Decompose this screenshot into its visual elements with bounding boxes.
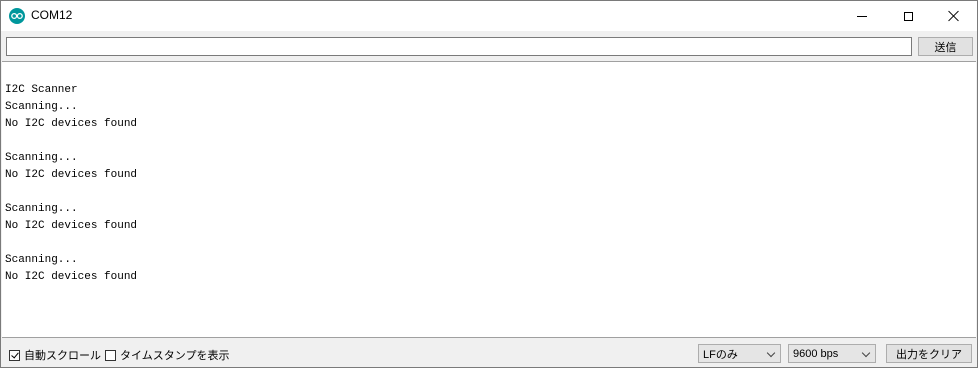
chevron-down-icon	[861, 348, 871, 358]
line-ending-value: LFのみ	[703, 348, 738, 361]
baud-rate-value: 9600 bps	[793, 347, 839, 360]
autoscroll-check-icon	[9, 349, 20, 361]
minimize-button[interactable]	[839, 1, 885, 31]
output-line: I2C Scanner	[5, 84, 78, 96]
output-line: Scanning...	[5, 203, 78, 215]
send-input[interactable]	[6, 37, 912, 56]
output-line: Scanning...	[5, 152, 78, 164]
send-button[interactable]: 送信	[918, 37, 973, 56]
line-ending-select[interactable]: LFのみ	[698, 344, 781, 363]
maximize-button[interactable]	[885, 1, 931, 31]
output-line: No I2C devices found	[5, 118, 138, 130]
arduino-icon	[9, 8, 25, 24]
output-line: No I2C devices found	[5, 169, 138, 181]
output-line: No I2C devices found	[5, 220, 138, 232]
autoscroll-checkbox[interactable]: 自動スクロール	[9, 347, 101, 363]
output-text: I2C Scanner Scanning... No I2C devices fou…	[5, 82, 137, 286]
timestamp-check-icon	[105, 349, 116, 361]
close-icon	[948, 10, 960, 22]
baud-rate-select[interactable]: 9600 bps	[788, 344, 876, 363]
output-line: No I2C devices found	[5, 271, 138, 283]
output-line: Scanning...	[5, 254, 78, 266]
serial-output[interactable]: I2C Scanner Scanning... No I2C devices fou…	[2, 61, 976, 338]
chevron-down-icon	[766, 348, 776, 358]
title-bar[interactable]: COM12	[1, 1, 977, 31]
timestamp-label: タイムスタンプを表示	[120, 350, 230, 362]
autoscroll-label: 自動スクロール	[24, 350, 101, 362]
serial-monitor-window: COM12 送信 I2C Scanner Scanning... No I2C de…	[0, 0, 978, 368]
window-title: COM12	[31, 8, 73, 22]
bottom-bar: 自動スクロール タイムスタンプを表示 LFのみ 9600 bps 出力をクリア	[1, 339, 977, 367]
timestamp-checkbox[interactable]: タイムスタンプを表示	[105, 347, 229, 363]
clear-output-button[interactable]: 出力をクリア	[886, 344, 972, 363]
maximize-icon	[903, 11, 913, 21]
close-button[interactable]	[931, 1, 977, 31]
output-line: Scanning...	[5, 101, 78, 113]
minimize-icon	[857, 15, 867, 17]
